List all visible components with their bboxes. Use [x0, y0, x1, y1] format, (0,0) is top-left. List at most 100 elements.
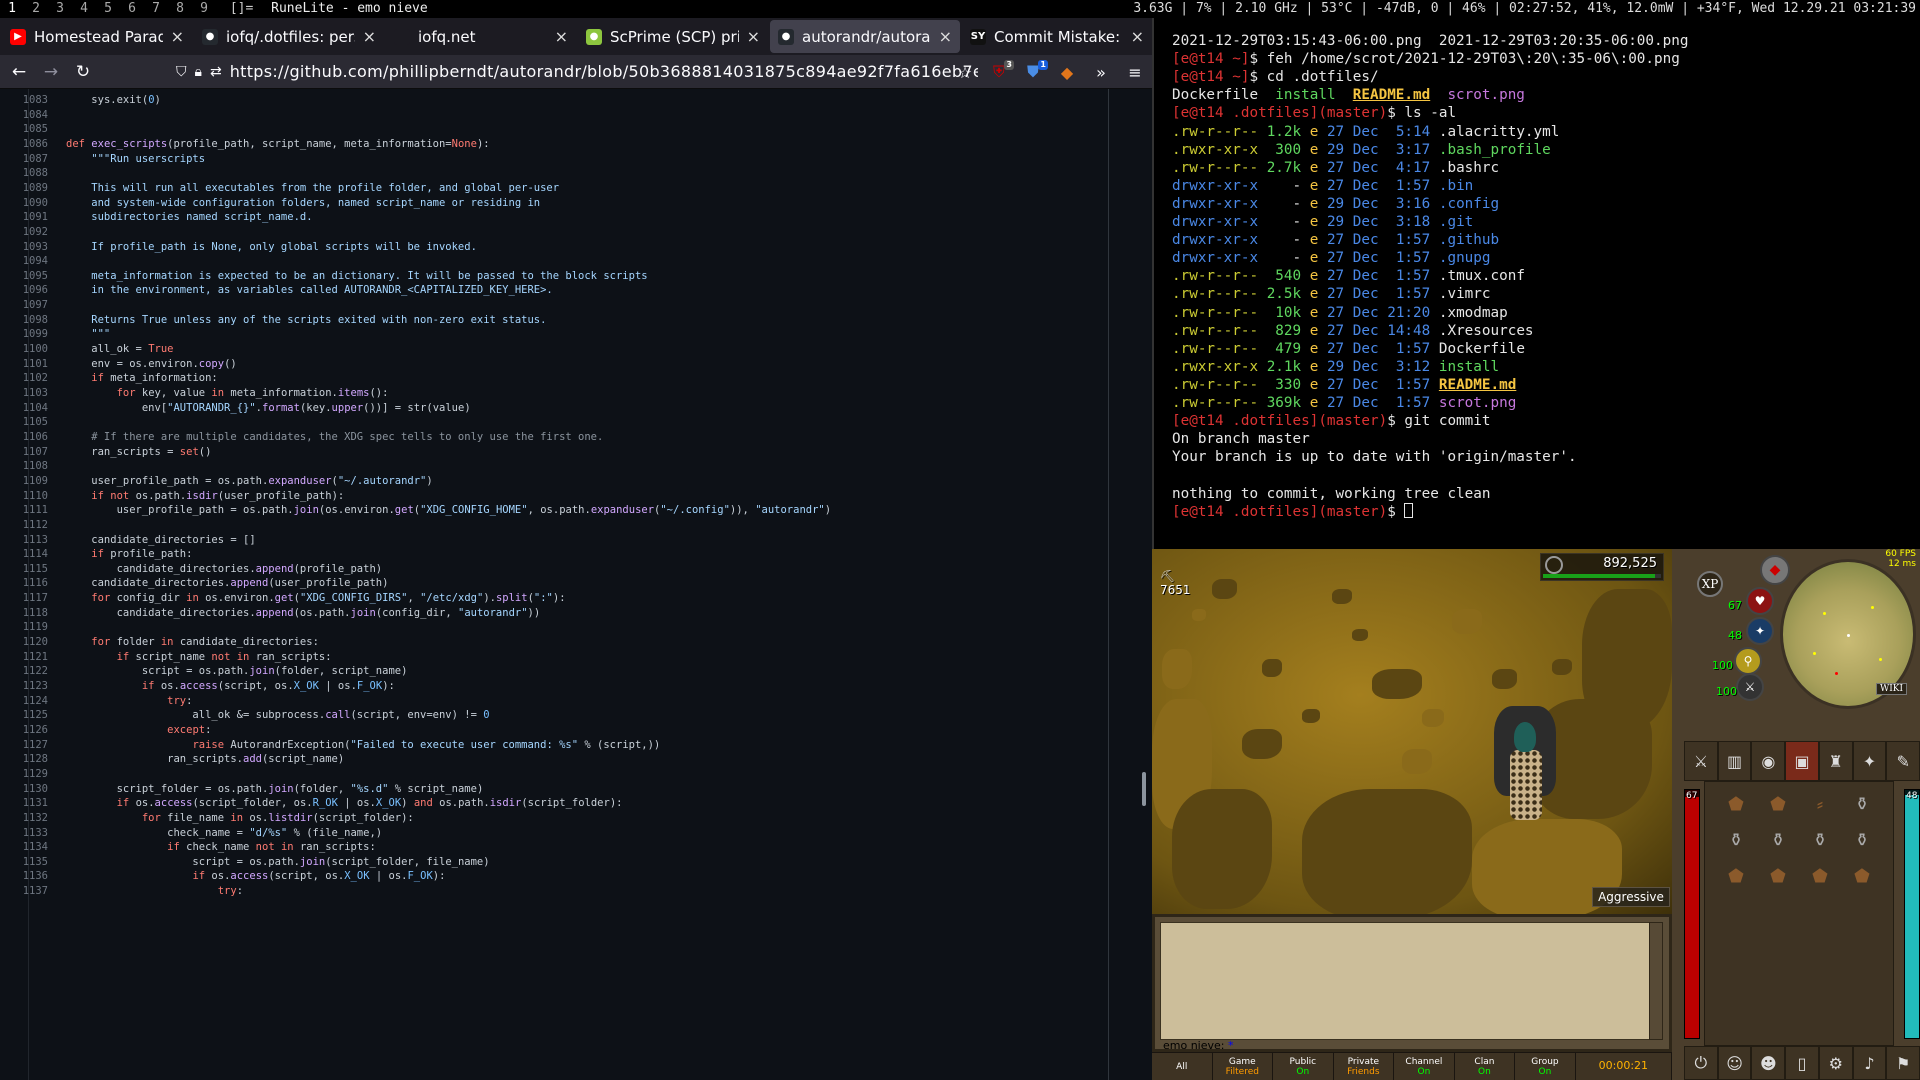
equipment-icon[interactable]: ♜: [1818, 741, 1853, 781]
emotes-icon[interactable]: ☺: [1717, 1046, 1752, 1080]
tab-5[interactable]: ● autorandr/autorandr ×: [770, 20, 960, 53]
code-text: raise AutorandrException("Failed to exec…: [192, 738, 661, 751]
minimap[interactable]: ◆ WIKI: [1760, 553, 1918, 717]
player-character[interactable]: [1494, 706, 1556, 830]
prayer-orb[interactable]: ✦: [1746, 617, 1774, 645]
terminal-text: 27 Dec 1:57: [1326, 177, 1439, 194]
xp-button[interactable]: XP: [1697, 571, 1723, 597]
terminal-line: drwxr-xr-x - e 27 Dec 1:57 .github: [1172, 231, 1499, 249]
stats-icon[interactable]: ▥: [1717, 741, 1752, 781]
workspace-4[interactable]: 4: [72, 0, 96, 18]
tab-3[interactable]: iofq.net ×: [386, 20, 576, 53]
special-attack-orb[interactable]: ⚔: [1736, 673, 1764, 701]
tab-title: Homestead Paradise: [34, 27, 163, 46]
shield-icon[interactable]: ⛉: [176, 64, 187, 80]
ore-icon[interactable]: ⬟: [1765, 866, 1791, 888]
close-tab-icon[interactable]: ×: [171, 27, 184, 46]
chat-tab-public[interactable]: Public On: [1273, 1053, 1334, 1080]
vial-icon[interactable]: ⚱: [1765, 830, 1791, 852]
workspace-5[interactable]: 5: [96, 0, 120, 18]
close-tab-icon[interactable]: ×: [939, 27, 952, 46]
combat-icon[interactable]: ⚔: [1684, 741, 1718, 781]
terminal-text: .rw-r--r--: [1172, 123, 1267, 140]
chat-tab-label: Channel: [1405, 1057, 1443, 1067]
vial-icon[interactable]: ⚱: [1807, 830, 1833, 852]
close-tab-icon[interactable]: ×: [363, 27, 376, 46]
chat-tab-private[interactable]: Private Friends: [1334, 1053, 1395, 1080]
scrollbar-thumb[interactable]: [1142, 772, 1146, 806]
close-tab-icon[interactable]: ×: [555, 27, 568, 46]
tab-2[interactable]: ● iofq/.dotfiles: personal ×: [194, 20, 384, 53]
chat-tab-game[interactable]: Game Filtered: [1213, 1053, 1274, 1080]
ublock-icon[interactable]: ⛨ 3: [982, 60, 1016, 82]
tab-6[interactable]: SY Commit Mistake: How ×: [962, 20, 1152, 53]
chat-tab-group[interactable]: Group On: [1515, 1053, 1576, 1080]
chat-tab-channel[interactable]: Channel On: [1394, 1053, 1455, 1080]
terminal-text: .git: [1438, 214, 1474, 230]
metamask-icon[interactable]: ◆: [1050, 63, 1084, 82]
terminal-text: .rwxr-xr-x: [1172, 141, 1267, 158]
workspace-7[interactable]: 7: [144, 0, 168, 18]
settings-icon[interactable]: ⚙: [1818, 1046, 1853, 1080]
terminal-text: drwxr-xr-x: [1172, 232, 1267, 249]
tab-1[interactable]: ▶ Homestead Paradise ×: [2, 20, 192, 53]
game-viewport[interactable]: ⛏ 7651 892,525 Aggressive: [1152, 549, 1672, 914]
chat-tab-all[interactable]: All: [1152, 1053, 1213, 1080]
code-text: for key, value in meta_information.items…: [116, 387, 389, 399]
workspace-9[interactable]: 9: [192, 0, 216, 18]
bitwarden-icon[interactable]: ⛊ 1: [1016, 60, 1050, 82]
chat-scrollbar[interactable]: [1649, 922, 1663, 1040]
terminal-text: .bin: [1438, 177, 1474, 194]
workspace-1[interactable]: 1: [0, 0, 24, 18]
clan-icon[interactable]: ⚑: [1886, 1046, 1920, 1080]
workspace-6[interactable]: 6: [120, 0, 144, 18]
bookmark-star-icon[interactable]: ☆: [948, 63, 982, 82]
terminal-cursor[interactable]: [1404, 502, 1414, 518]
vial-icon[interactable]: ⚱: [1849, 830, 1875, 852]
overflow-chevron-icon[interactable]: »: [1084, 63, 1118, 82]
wiki-button[interactable]: WIKI: [1876, 683, 1908, 695]
account-icon[interactable]: ▯: [1785, 1046, 1819, 1080]
chat-input[interactable]: emo nieve: *: [1163, 1039, 1234, 1052]
ore-icon[interactable]: ⬟: [1723, 794, 1749, 816]
forward-button[interactable]: →: [38, 62, 64, 82]
line-number[interactable]: 1137: [0, 882, 66, 900]
ore-icon[interactable]: ⬟: [1723, 866, 1749, 888]
ore-icon[interactable]: ⬟: [1807, 866, 1833, 888]
hamburger-menu-icon[interactable]: ≡: [1118, 63, 1152, 82]
workspace-8[interactable]: 8: [168, 0, 192, 18]
hp-orb[interactable]: ♥: [1746, 587, 1774, 615]
compass-icon[interactable]: ◆: [1760, 555, 1790, 585]
terminal-window[interactable]: 2021-12-29T03:15:43-06:00.png 2021-12-29…: [1152, 18, 1920, 549]
spellbook-icon[interactable]: ✎: [1886, 741, 1920, 781]
xp-tracker[interactable]: 892,525: [1540, 553, 1664, 581]
quests-icon[interactable]: ◉: [1751, 741, 1786, 781]
close-tab-icon[interactable]: ×: [747, 27, 760, 46]
workspace-2[interactable]: 2: [24, 0, 48, 18]
workspace-3[interactable]: 3: [48, 0, 72, 18]
run-orb[interactable]: ⚲: [1734, 647, 1762, 675]
chat-tab-label: Public: [1289, 1057, 1317, 1067]
inventory-icon[interactable]: ▣: [1785, 741, 1819, 781]
terminal-text: 479: [1266, 340, 1310, 357]
reload-button[interactable]: ↻: [70, 62, 96, 82]
back-button[interactable]: ←: [6, 62, 32, 82]
layout-indicator[interactable]: []=: [230, 1, 253, 16]
pickaxe-icon[interactable]: ⸗: [1807, 794, 1833, 816]
prayer-icon[interactable]: ✦: [1852, 741, 1887, 781]
music-icon[interactable]: ♪: [1852, 1046, 1887, 1080]
vial-icon[interactable]: ⚱: [1723, 830, 1749, 852]
chat-tab-clan[interactable]: Clan On: [1455, 1053, 1516, 1080]
vial-icon[interactable]: ⚱: [1849, 794, 1875, 816]
tab-4[interactable]: ● ScPrime (SCP) price ×: [578, 20, 768, 53]
logout-icon[interactable]: ⏻: [1684, 1046, 1718, 1080]
url-bar[interactable]: ⛉ 🔒︎ ⇄ https://github.com/phillipberndt/…: [176, 58, 978, 86]
close-tab-icon[interactable]: ×: [1131, 27, 1144, 46]
permissions-icon[interactable]: ⇄: [210, 64, 222, 80]
ore-icon[interactable]: ⬟: [1849, 866, 1875, 888]
ore-icon[interactable]: ⬟: [1765, 794, 1791, 816]
url-text[interactable]: https://github.com/phillipberndt/autoran…: [230, 62, 978, 81]
terminal-text: .config: [1438, 195, 1500, 212]
lock-icon[interactable]: 🔒︎: [195, 64, 202, 80]
friends-icon[interactable]: ☻: [1751, 1046, 1786, 1080]
